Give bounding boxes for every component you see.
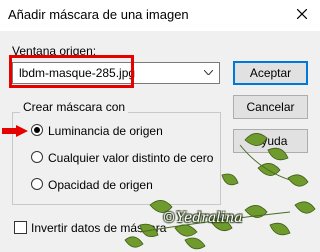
close-icon <box>297 9 307 19</box>
chevron-down-icon <box>204 70 213 75</box>
mask-group-title: Crear máscara con <box>20 100 129 114</box>
title-bar: Añadir máscara de una imagen <box>0 0 320 31</box>
radio-nonzero-label[interactable]: Cualquier valor distinto de cero <box>48 151 213 165</box>
watermark-text: ©Yedralina <box>162 210 243 226</box>
red-arrow-icon <box>2 125 28 137</box>
radio-luminance[interactable] <box>31 124 43 136</box>
invert-checkbox[interactable] <box>14 221 27 234</box>
radio-opacity[interactable] <box>31 178 43 190</box>
invert-checkbox-label[interactable]: Invertir datos de máscara <box>31 221 166 235</box>
radio-opacity-label[interactable]: Opacidad de origen <box>48 178 153 192</box>
radio-nonzero[interactable] <box>31 151 43 163</box>
accept-button[interactable]: Aceptar <box>233 61 308 85</box>
help-button[interactable]: Ayuda <box>233 129 308 153</box>
radio-selected-dot <box>34 127 40 133</box>
close-button[interactable] <box>290 2 314 26</box>
dialog-title: Añadir máscara de una imagen <box>8 7 189 22</box>
radio-luminance-label[interactable]: Luminancia de origen <box>48 124 163 138</box>
highlight-box <box>9 55 134 88</box>
mask-dialog: Añadir máscara de una imagen Ventana ori… <box>0 0 320 252</box>
cancel-button[interactable]: Cancelar <box>233 95 308 119</box>
